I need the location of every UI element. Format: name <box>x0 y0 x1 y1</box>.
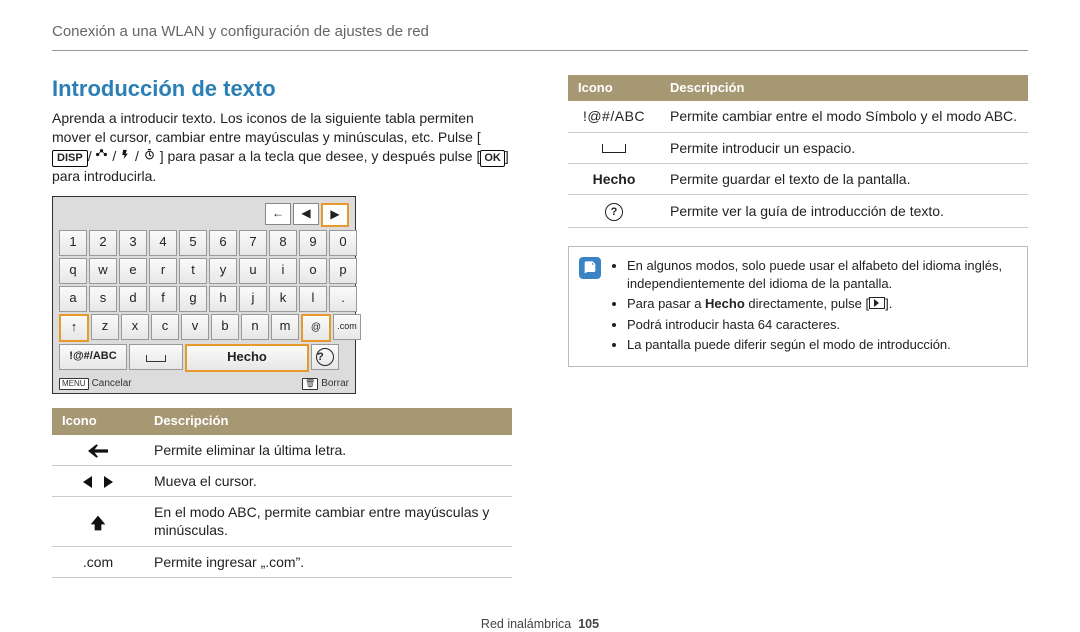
icon-shift <box>52 497 144 546</box>
icon-table-right: Icono Descripción !@#/ABC Permite cambia… <box>568 75 1028 228</box>
kbd-key: s <box>89 286 117 312</box>
kbd-key: 1 <box>59 230 87 256</box>
kbd-key: 9 <box>299 230 327 256</box>
icon-space <box>568 132 660 163</box>
flash-icon <box>116 148 135 164</box>
kbd-key: u <box>239 258 267 284</box>
desc-cell: Permite ver la guía de introducción de t… <box>660 194 1028 227</box>
kbd-key: z <box>91 314 119 340</box>
kbd-cursor-right: ▶ <box>321 203 349 227</box>
kbd-key: y <box>209 258 237 284</box>
intro-line1: Aprenda a introducir texto. Los iconos d… <box>52 110 481 145</box>
th-descripcion: Descripción <box>144 408 512 435</box>
kbd-key: 7 <box>239 230 267 256</box>
kbd-footer-left: MENUCancelar <box>59 377 132 390</box>
footer-page-number: 105 <box>578 617 599 631</box>
desc-cell: Permite cambiar entre el modo Símbolo y … <box>660 101 1028 132</box>
trash-button-icon: 🗑 <box>302 378 318 390</box>
kbd-key: a <box>59 286 87 312</box>
kbd-key: g <box>179 286 207 312</box>
kbd-key: h <box>209 286 237 312</box>
kbd-key: j <box>239 286 267 312</box>
disp-icon: DISP <box>52 150 88 167</box>
intro-sep1: / <box>88 148 92 164</box>
kbd-key: x <box>121 314 149 340</box>
kbd-key: k <box>269 286 297 312</box>
menu-button-icon: MENU <box>59 378 89 390</box>
icon-cursor-lr <box>52 466 144 497</box>
desc-cell: En el modo ABC, permite cambiar entre ma… <box>144 497 512 546</box>
kbd-key: t <box>179 258 207 284</box>
note-icon <box>579 257 601 279</box>
keyboard-illustration: ← ◀ ▶ 1 2 3 4 5 6 7 8 9 0 q <box>52 196 356 394</box>
intro-line2: ] para pasar a la tecla que desee, y des… <box>160 148 481 164</box>
kbd-key: 2 <box>89 230 117 256</box>
kbd-key: f <box>149 286 177 312</box>
th-icono: Icono <box>52 408 144 435</box>
breadcrumb: Conexión a una WLAN y configuración de a… <box>52 22 1028 42</box>
kbd-key: r <box>149 258 177 284</box>
section-title: Introducción de texto <box>52 75 512 104</box>
kbd-key: o <box>299 258 327 284</box>
kbd-key: e <box>119 258 147 284</box>
kbd-key: . <box>329 286 357 312</box>
kbd-key: c <box>151 314 179 340</box>
kbd-footer-right: 🗑Borrar <box>302 377 349 390</box>
kbd-help: ? <box>311 344 339 370</box>
note-bold: Hecho <box>705 296 745 311</box>
kbd-key: p <box>329 258 357 284</box>
kbd-key: 8 <box>269 230 297 256</box>
kbd-mode: !@#/ABC <box>59 344 127 370</box>
kbd-key: w <box>89 258 117 284</box>
hr-top <box>52 50 1028 51</box>
kbd-com: .com <box>333 314 361 340</box>
desc-cell: Permite guardar el texto de la pantalla. <box>660 163 1028 194</box>
icon-help: ? <box>568 194 660 227</box>
kbd-shift: ↑ <box>59 314 89 342</box>
kbd-key: 0 <box>329 230 357 256</box>
timer-icon <box>139 148 160 164</box>
note-box: En algunos modos, solo puede usar el alf… <box>568 246 1028 367</box>
th-descripcion: Descripción <box>660 75 1028 102</box>
desc-cell: Permite introducir un espacio. <box>660 132 1028 163</box>
footer-section: Red inalámbrica <box>481 617 571 631</box>
icon-mode-abc: !@#/ABC <box>568 101 660 132</box>
note-item: Podrá introducir hasta 64 caracteres. <box>627 316 1015 334</box>
kbd-key: 6 <box>209 230 237 256</box>
ok-icon: OK <box>480 150 505 167</box>
kbd-key: 3 <box>119 230 147 256</box>
note-item: En algunos modos, solo puede usar el alf… <box>627 257 1015 293</box>
icon-com: .com <box>52 546 144 577</box>
desc-cell: Mueva el cursor. <box>144 466 512 497</box>
kbd-key: n <box>241 314 269 340</box>
kbd-backspace: ← <box>265 203 291 225</box>
kbd-key: i <box>269 258 297 284</box>
kbd-key: l <box>299 286 327 312</box>
intro-paragraph: Aprenda a introducir texto. Los iconos d… <box>52 109 512 186</box>
kbd-key: v <box>181 314 209 340</box>
kbd-key: q <box>59 258 87 284</box>
kbd-key: d <box>119 286 147 312</box>
kbd-space <box>129 344 183 370</box>
note-item: Para pasar a Hecho directamente, pulse [… <box>627 295 1015 313</box>
kbd-cursor-left: ◀ <box>293 203 319 225</box>
kbd-key: m <box>271 314 299 340</box>
desc-cell: Permite ingresar „.com”. <box>144 546 512 577</box>
kbd-key: 5 <box>179 230 207 256</box>
play-button-icon <box>869 297 885 309</box>
icon-table-left: Icono Descripción Permite eliminar la úl… <box>52 408 512 578</box>
icon-hecho: Hecho <box>568 163 660 194</box>
kbd-hecho: Hecho <box>185 344 309 372</box>
note-item: La pantalla puede diferir según el modo … <box>627 336 1015 354</box>
kbd-key: b <box>211 314 239 340</box>
kbd-at: @ <box>301 314 331 342</box>
macro-icon <box>92 148 113 164</box>
th-icono: Icono <box>568 75 660 102</box>
icon-backspace <box>52 435 144 466</box>
desc-cell: Permite eliminar la última letra. <box>144 435 512 466</box>
kbd-key: 4 <box>149 230 177 256</box>
